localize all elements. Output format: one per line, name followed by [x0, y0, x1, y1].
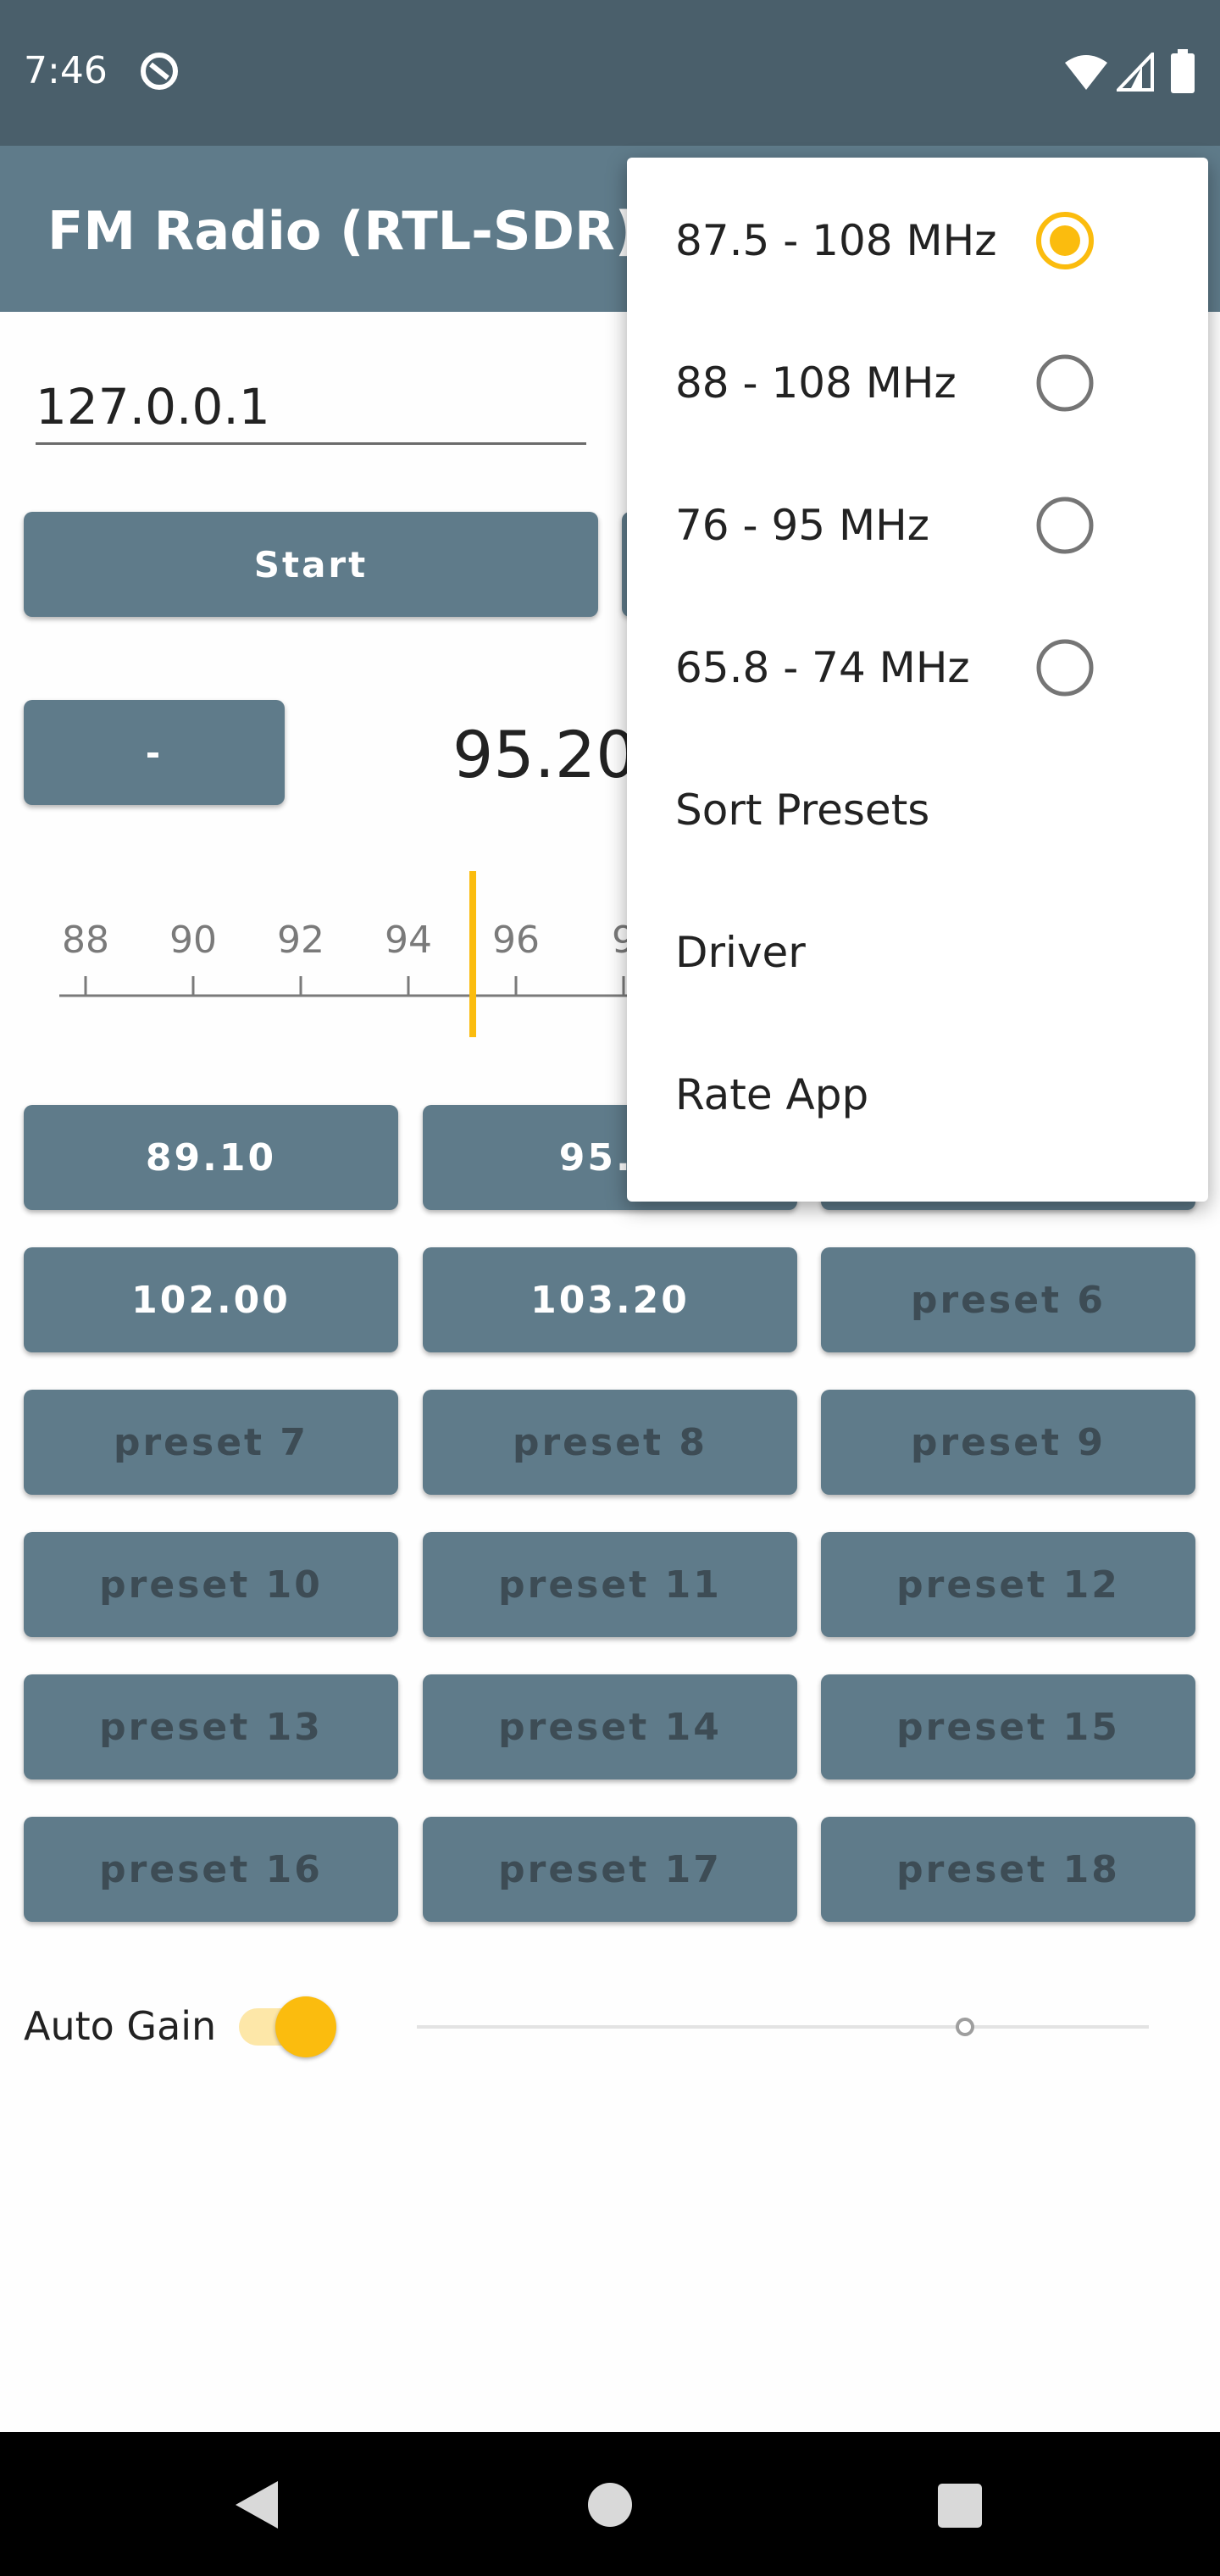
- preset-button-8[interactable]: preset 8: [423, 1390, 797, 1495]
- ip-address-input[interactable]: 127.0.0.1: [36, 369, 586, 444]
- preset-button-4[interactable]: 102.00: [24, 1247, 398, 1352]
- menu-driver[interactable]: Driver: [627, 881, 1208, 1024]
- tuner-tick-label: 92: [277, 919, 324, 962]
- auto-gain-label: Auto Gain: [24, 2003, 217, 2049]
- menu-band-65-8-74[interactable]: 65.8 - 74 MHz: [627, 597, 1208, 739]
- preset-button-9[interactable]: preset 9: [821, 1390, 1195, 1495]
- back-icon[interactable]: [230, 2478, 281, 2532]
- overflow-menu: 87.5 - 108 MHz 88 - 108 MHz 76 - 95 MHz …: [627, 158, 1208, 1202]
- screen: 7:46 FM Radio (RTL-SDR) 127.0.0.1 Start …: [0, 0, 1220, 2576]
- menu-band-label: 65.8 - 74 MHz: [675, 643, 970, 692]
- gain-slider[interactable]: [417, 2025, 1149, 2029]
- gain-slider-thumb[interactable]: [955, 2017, 975, 2037]
- radio-unselected-icon[interactable]: [1036, 497, 1094, 554]
- radio-selected-icon[interactable]: [1036, 212, 1094, 269]
- menu-action-label: Driver: [675, 928, 806, 977]
- preset-button-13[interactable]: preset 13: [24, 1674, 398, 1779]
- tuner-scale[interactable]: 88 90 92 94 96 9: [0, 864, 644, 1051]
- tuner-tick-label: 88: [62, 919, 109, 962]
- preset-button-11[interactable]: preset 11: [423, 1532, 797, 1637]
- radio-unselected-icon[interactable]: [1036, 639, 1094, 697]
- preset-button-18[interactable]: preset 18: [821, 1817, 1195, 1922]
- app-title: FM Radio (RTL-SDR): [47, 200, 640, 262]
- home-icon[interactable]: [586, 2481, 634, 2529]
- menu-band-label: 88 - 108 MHz: [675, 358, 957, 408]
- frequency-display: 95.20: [452, 717, 637, 792]
- wifi-icon: [1065, 55, 1107, 90]
- preset-button-14[interactable]: preset 14: [423, 1674, 797, 1779]
- preset-button-7[interactable]: preset 7: [24, 1390, 398, 1495]
- preset-button-6[interactable]: preset 6: [821, 1247, 1195, 1352]
- recents-icon[interactable]: [937, 2483, 983, 2529]
- preset-button-1[interactable]: 89.10: [24, 1105, 398, 1210]
- frequency-down-button[interactable]: -: [24, 700, 285, 805]
- start-button[interactable]: Start: [24, 512, 598, 617]
- battery-icon: [1171, 49, 1195, 93]
- menu-band-88-108[interactable]: 88 - 108 MHz: [627, 312, 1208, 454]
- status-time: 7:46: [24, 49, 108, 92]
- menu-band-label: 87.5 - 108 MHz: [675, 216, 997, 265]
- menu-band-76-95[interactable]: 76 - 95 MHz: [627, 454, 1208, 597]
- preset-button-10[interactable]: preset 10: [24, 1532, 398, 1637]
- menu-sort-presets[interactable]: Sort Presets: [627, 739, 1208, 881]
- menu-action-label: Sort Presets: [675, 786, 930, 835]
- menu-band-label: 76 - 95 MHz: [675, 501, 929, 550]
- preset-button-12[interactable]: preset 12: [821, 1532, 1195, 1637]
- tuner-indicator: [469, 871, 476, 1037]
- tuner-tick-label: 96: [492, 919, 540, 962]
- menu-rate-app[interactable]: Rate App: [627, 1024, 1208, 1166]
- sync-icon: [141, 53, 178, 90]
- preset-button-16[interactable]: preset 16: [24, 1817, 398, 1922]
- menu-band-87-5-108[interactable]: 87.5 - 108 MHz: [627, 169, 1208, 312]
- auto-gain-switch-thumb[interactable]: [275, 1996, 336, 2057]
- status-bar: [0, 0, 1220, 146]
- preset-button-5[interactable]: 103.20: [423, 1247, 797, 1352]
- radio-unselected-icon[interactable]: [1036, 354, 1094, 412]
- tuner-tick-label: 90: [169, 919, 217, 962]
- menu-action-label: Rate App: [675, 1070, 869, 1119]
- tuner-tick-label: 94: [385, 919, 432, 962]
- signal-icon: [1117, 53, 1154, 92]
- ip-input-underline: [36, 442, 586, 445]
- preset-button-17[interactable]: preset 17: [423, 1817, 797, 1922]
- preset-button-15[interactable]: preset 15: [821, 1674, 1195, 1779]
